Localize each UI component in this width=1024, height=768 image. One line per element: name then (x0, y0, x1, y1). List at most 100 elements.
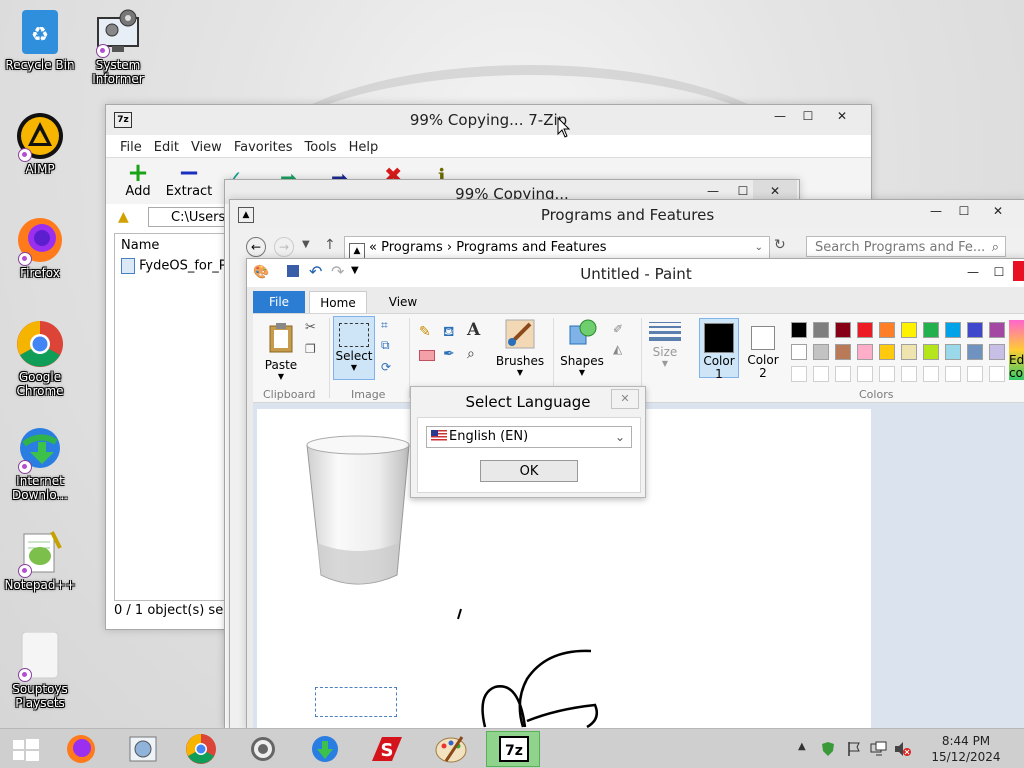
tab-file[interactable]: File (253, 291, 305, 313)
paste-button[interactable]: Paste ▼ (263, 322, 299, 386)
color-swatch[interactable] (923, 366, 939, 382)
taskbar-system-informer[interactable] (116, 731, 170, 767)
color-swatch[interactable] (923, 344, 939, 360)
taskbar-settings[interactable] (236, 731, 290, 767)
close-button[interactable]: ✕ (976, 200, 1020, 222)
fill-icon[interactable]: ⛾ (443, 324, 454, 342)
taskbar-7zip[interactable]: 7z (486, 731, 540, 767)
close-button[interactable]: ✕ (611, 389, 639, 409)
volume-muted-icon[interactable] (894, 741, 911, 757)
desktop-icon-internet-download-manager[interactable]: Internet Downlo... (0, 424, 80, 502)
start-button[interactable] (0, 731, 54, 767)
color-swatch[interactable] (989, 344, 1005, 360)
shapes-button[interactable]: Shapes ▼ (557, 318, 607, 382)
desktop-icon-aimp[interactable]: AIMP (0, 112, 80, 176)
pencil-icon[interactable]: ✎ (419, 324, 431, 340)
sevenzip-titlebar[interactable]: 7z 99% Copying... 7-Zip — ☐ ✕ (106, 105, 871, 135)
paint-titlebar[interactable]: 🎨 ↶ ↷ ▼ Untitled - Paint — ☐ (247, 259, 1024, 287)
color-swatch[interactable] (989, 366, 1005, 382)
size-button[interactable]: Size ▼ (645, 318, 685, 382)
desktop-icon-firefox[interactable]: Firefox (0, 216, 80, 280)
flag-icon[interactable] (846, 741, 862, 757)
color-swatch[interactable] (879, 322, 895, 338)
menu-favorites[interactable]: Favorites (228, 138, 299, 158)
select-language-dialog[interactable]: Select Language ✕ English (EN) ⌄ OK (410, 386, 646, 498)
close-button[interactable] (1013, 261, 1024, 281)
menu-help[interactable]: Help (343, 138, 385, 158)
tab-view[interactable]: View (377, 291, 429, 313)
selection-box[interactable] (315, 687, 397, 717)
sevenzip-addressbar[interactable]: ▲ C:\Users (114, 207, 248, 229)
file-list[interactable]: Name FydeOS_for_P (114, 233, 232, 601)
desktop-icon-souptoys[interactable]: Souptoys Playsets (0, 631, 80, 710)
color-swatch[interactable] (835, 344, 851, 360)
search-input[interactable]: Search Programs and Fe... ⌕ (806, 236, 1006, 257)
security-shield-icon[interactable] (820, 741, 836, 757)
dialog-titlebar[interactable]: Select Language ✕ (411, 387, 645, 415)
tab-home[interactable]: Home (309, 291, 367, 313)
color-swatch[interactable] (945, 322, 961, 338)
color-swatch[interactable] (857, 322, 873, 338)
column-name-header[interactable]: Name (121, 238, 159, 253)
fill-shape-icon[interactable]: ◭ (613, 342, 622, 356)
desktop-icon-system-informer[interactable]: System Informer (78, 8, 158, 86)
color-swatch[interactable] (857, 344, 873, 360)
show-hidden-icons-icon[interactable]: ▲ (798, 741, 806, 752)
menu-tools[interactable]: Tools (299, 138, 343, 158)
forward-button[interactable]: → (274, 237, 294, 257)
brushes-button[interactable]: Brushes ▼ (495, 318, 545, 382)
select-button[interactable]: Select ▼ (333, 316, 375, 380)
list-item[interactable]: FydeOS_for_P (121, 258, 227, 274)
color-picker-icon[interactable]: ✒ (443, 346, 455, 362)
color-swatch[interactable] (879, 344, 895, 360)
ok-button[interactable]: OK (480, 460, 578, 482)
edit-colors-button[interactable]: Edcolo (1009, 354, 1024, 380)
magnifier-icon[interactable]: ⌕ (467, 346, 475, 362)
breadcrumb-programs-features[interactable]: Programs and Features (456, 240, 606, 255)
breadcrumb-overflow[interactable]: « (369, 240, 377, 255)
taskbar-paint[interactable] (424, 731, 478, 767)
eraser-icon[interactable] (419, 350, 435, 361)
address-bar[interactable]: ▲ « Programs › Programs and Features ⌄ (344, 236, 770, 259)
color1-button[interactable]: Color 1 (699, 318, 739, 381)
color-swatch[interactable] (923, 322, 939, 338)
chevron-down-icon[interactable]: ⌄ (755, 237, 763, 258)
outline-icon[interactable]: ✐ (613, 322, 623, 336)
taskbar-firefox[interactable] (54, 731, 108, 767)
menu-view[interactable]: View (185, 138, 228, 158)
color-swatch[interactable] (879, 366, 895, 382)
clock[interactable]: 8:44 PM 15/12/2024 (920, 733, 1012, 765)
desktop-icon-notepad-plus-plus[interactable]: Notepad++ (0, 528, 80, 592)
resize-icon[interactable]: ⧉ (381, 338, 390, 353)
taskbar-chrome[interactable] (174, 731, 228, 767)
color-swatch[interactable] (791, 322, 807, 338)
text-icon[interactable]: A (467, 320, 480, 340)
rotate-icon[interactable]: ⟳ (381, 360, 391, 374)
color-swatch[interactable] (857, 366, 873, 382)
maximize-button[interactable]: ☐ (981, 261, 1017, 283)
color-swatch[interactable] (835, 366, 851, 382)
add-button[interactable]: + Add (120, 160, 156, 199)
crop-icon[interactable]: ⌗ (381, 318, 388, 333)
recent-dropdown-icon[interactable]: ▼ (302, 239, 310, 250)
color2-button[interactable]: Color 2 (743, 318, 783, 380)
color-swatch[interactable] (813, 322, 829, 338)
color-swatch[interactable] (901, 366, 917, 382)
refresh-icon[interactable]: ↻ (774, 237, 786, 253)
color-swatch[interactable] (813, 344, 829, 360)
color-swatch[interactable] (791, 344, 807, 360)
color-swatch[interactable] (813, 366, 829, 382)
menu-edit[interactable]: Edit (148, 138, 185, 158)
desktop-icon-chrome[interactable]: Google Chrome (0, 320, 80, 398)
color-swatch[interactable] (945, 344, 961, 360)
color-swatch[interactable] (901, 322, 917, 338)
color-swatch[interactable] (901, 344, 917, 360)
language-select[interactable]: English (EN) ⌄ (426, 426, 632, 448)
up-arrow-icon[interactable]: ↑ (324, 237, 336, 253)
cut-icon[interactable]: ✂ (305, 320, 316, 335)
color-swatch[interactable] (989, 322, 1005, 338)
breadcrumb-programs[interactable]: Programs (381, 240, 443, 255)
extract-button[interactable]: − Extract (164, 160, 214, 199)
back-button[interactable]: ← (246, 237, 266, 257)
network-icon[interactable] (870, 741, 887, 757)
